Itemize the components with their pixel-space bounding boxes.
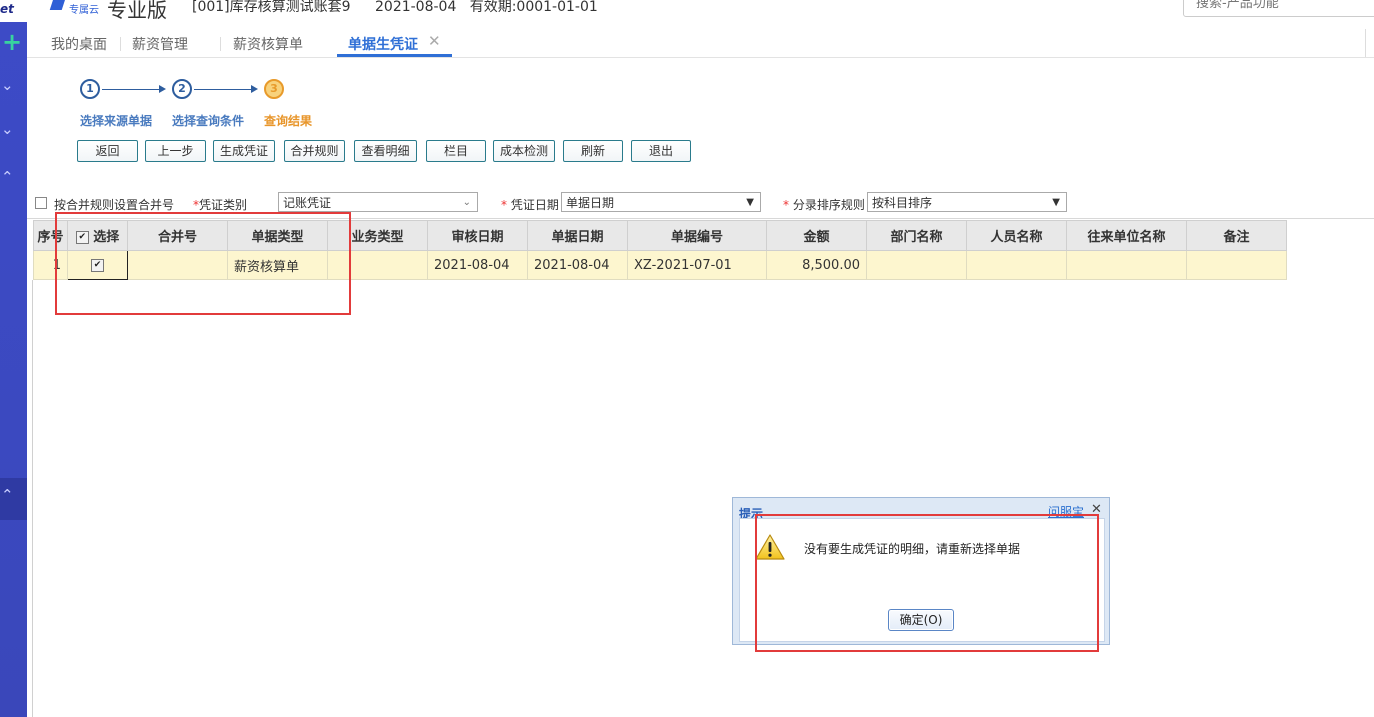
search-input[interactable] bbox=[1194, 0, 1374, 12]
col-header-audit-date[interactable]: 审核日期 bbox=[427, 220, 528, 251]
cell-audit-date: 2021-08-04 bbox=[427, 250, 528, 280]
sort-rule-select[interactable]: 按科目排序 ▼ bbox=[867, 192, 1067, 212]
chevron-down-icon[interactable]: ⌄ bbox=[1, 78, 14, 93]
view-details-button[interactable]: 查看明细 bbox=[354, 140, 417, 162]
logo-fragment: et bbox=[0, 2, 14, 16]
step-1-indicator: 1 bbox=[80, 79, 100, 99]
exit-button[interactable]: 退出 bbox=[631, 140, 691, 162]
chevron-up-icon[interactable]: ⌃ bbox=[1, 170, 14, 185]
annotation-highlight-box bbox=[755, 514, 1099, 652]
left-rail: et + ⌄ ⌄ ⌃ ⌃ bbox=[0, 0, 27, 717]
voucher-type-value: 记账凭证 bbox=[283, 196, 332, 210]
step-connector bbox=[102, 89, 160, 90]
voucher-date-label: * 凭证日期 bbox=[501, 198, 559, 212]
voucher-type-label: *凭证类别 bbox=[193, 198, 248, 212]
account-name: [001]库存核算测试账套9 bbox=[192, 0, 351, 15]
dropdown-arrow-icon: ▼ bbox=[1052, 197, 1060, 208]
tab-separator bbox=[220, 37, 221, 51]
brand-name: 专业版 bbox=[107, 0, 167, 22]
cell-doc-no[interactable]: XZ-2021-07-01 bbox=[627, 250, 767, 280]
tab-desktop[interactable]: 我的桌面 bbox=[51, 34, 107, 54]
col-header-dept[interactable]: 部门名称 bbox=[866, 220, 967, 251]
tab-salary-calc[interactable]: 薪资核算单 bbox=[233, 34, 303, 54]
brand-subtitle: 专属云 bbox=[69, 5, 99, 16]
tab-bar: 我的桌面 薪资管理 薪资核算单 单据生凭证 ✕ bbox=[27, 29, 1374, 58]
chevron-up-icon[interactable]: ⌃ bbox=[1, 488, 14, 503]
voucher-type-select[interactable]: 记账凭证 ⌄ bbox=[278, 192, 478, 212]
step-3-indicator: 3 bbox=[264, 79, 284, 99]
col-header-person[interactable]: 人员名称 bbox=[966, 220, 1067, 251]
tab-separator bbox=[120, 37, 121, 51]
col-header-amount[interactable]: 金额 bbox=[766, 220, 867, 251]
cell-amount: 8,500.00 bbox=[766, 250, 867, 280]
step-connector bbox=[194, 89, 252, 90]
sort-rule-label: * 分录排序规则 bbox=[783, 198, 865, 212]
close-icon[interactable]: ✕ bbox=[428, 32, 441, 50]
arrow-right-icon bbox=[251, 85, 258, 93]
tab-doc-to-voucher[interactable]: 单据生凭证 bbox=[348, 34, 418, 54]
cell-doc-date: 2021-08-04 bbox=[527, 250, 628, 280]
back-button[interactable]: 返回 bbox=[77, 140, 138, 162]
merge-rules-button[interactable]: 合并规则 bbox=[284, 140, 345, 162]
voucher-date-value: 单据日期 bbox=[566, 196, 615, 210]
app-header: 专属云 专业版 [001]库存核算测试账套9 2021-08-04 有效期:00… bbox=[27, 0, 1374, 22]
active-tab-indicator bbox=[337, 54, 452, 57]
step-3-label: 查询结果 bbox=[264, 114, 313, 128]
step-2-indicator: 2 bbox=[172, 79, 192, 99]
chevron-down-icon[interactable]: ⌄ bbox=[1, 122, 14, 137]
col-header-partner[interactable]: 往来单位名称 bbox=[1066, 220, 1187, 251]
refresh-button[interactable]: 刷新 bbox=[563, 140, 623, 162]
merge-rule-checkbox[interactable] bbox=[35, 197, 47, 209]
dropdown-arrow-icon: ▼ bbox=[746, 197, 754, 208]
arrow-right-icon bbox=[159, 85, 166, 93]
tabbar-edge bbox=[1365, 29, 1374, 57]
cell-partner bbox=[1066, 250, 1187, 280]
add-icon[interactable]: + bbox=[2, 30, 22, 54]
cell-person bbox=[966, 250, 1067, 280]
voucher-date-select[interactable]: 单据日期 ▼ bbox=[561, 192, 761, 212]
sort-rule-value: 按科目排序 bbox=[872, 196, 933, 210]
cost-check-button[interactable]: 成本检测 bbox=[493, 140, 555, 162]
col-header-remark[interactable]: 备注 bbox=[1186, 220, 1287, 251]
cell-remark bbox=[1186, 250, 1287, 280]
brand-logo-icon bbox=[49, 0, 67, 10]
rail-logo-area: et bbox=[0, 0, 27, 22]
columns-button[interactable]: 栏目 bbox=[426, 140, 486, 162]
required-mark: * bbox=[783, 198, 789, 212]
step-2-label[interactable]: 选择查询条件 bbox=[172, 112, 244, 129]
col-header-doc-no[interactable]: 单据编号 bbox=[627, 220, 767, 251]
generate-voucher-button[interactable]: 生成凭证 bbox=[213, 140, 275, 162]
merge-rule-label: 按合并规则设置合并号 bbox=[54, 198, 175, 212]
date-info: 2021-08-04 有效期:0001-01-01 bbox=[375, 0, 598, 15]
search-box[interactable] bbox=[1183, 0, 1374, 17]
grid-left-border bbox=[32, 280, 33, 717]
required-mark: * bbox=[501, 198, 507, 212]
previous-step-button[interactable]: 上一步 bbox=[145, 140, 206, 162]
chevron-down-icon: ⌄ bbox=[462, 197, 471, 208]
annotation-highlight-box bbox=[55, 212, 351, 315]
tab-salary-management[interactable]: 薪资管理 bbox=[132, 34, 188, 54]
cell-dept bbox=[866, 250, 967, 280]
step-1-label[interactable]: 选择来源单据 bbox=[80, 112, 152, 129]
col-header-doc-date[interactable]: 单据日期 bbox=[527, 220, 628, 251]
